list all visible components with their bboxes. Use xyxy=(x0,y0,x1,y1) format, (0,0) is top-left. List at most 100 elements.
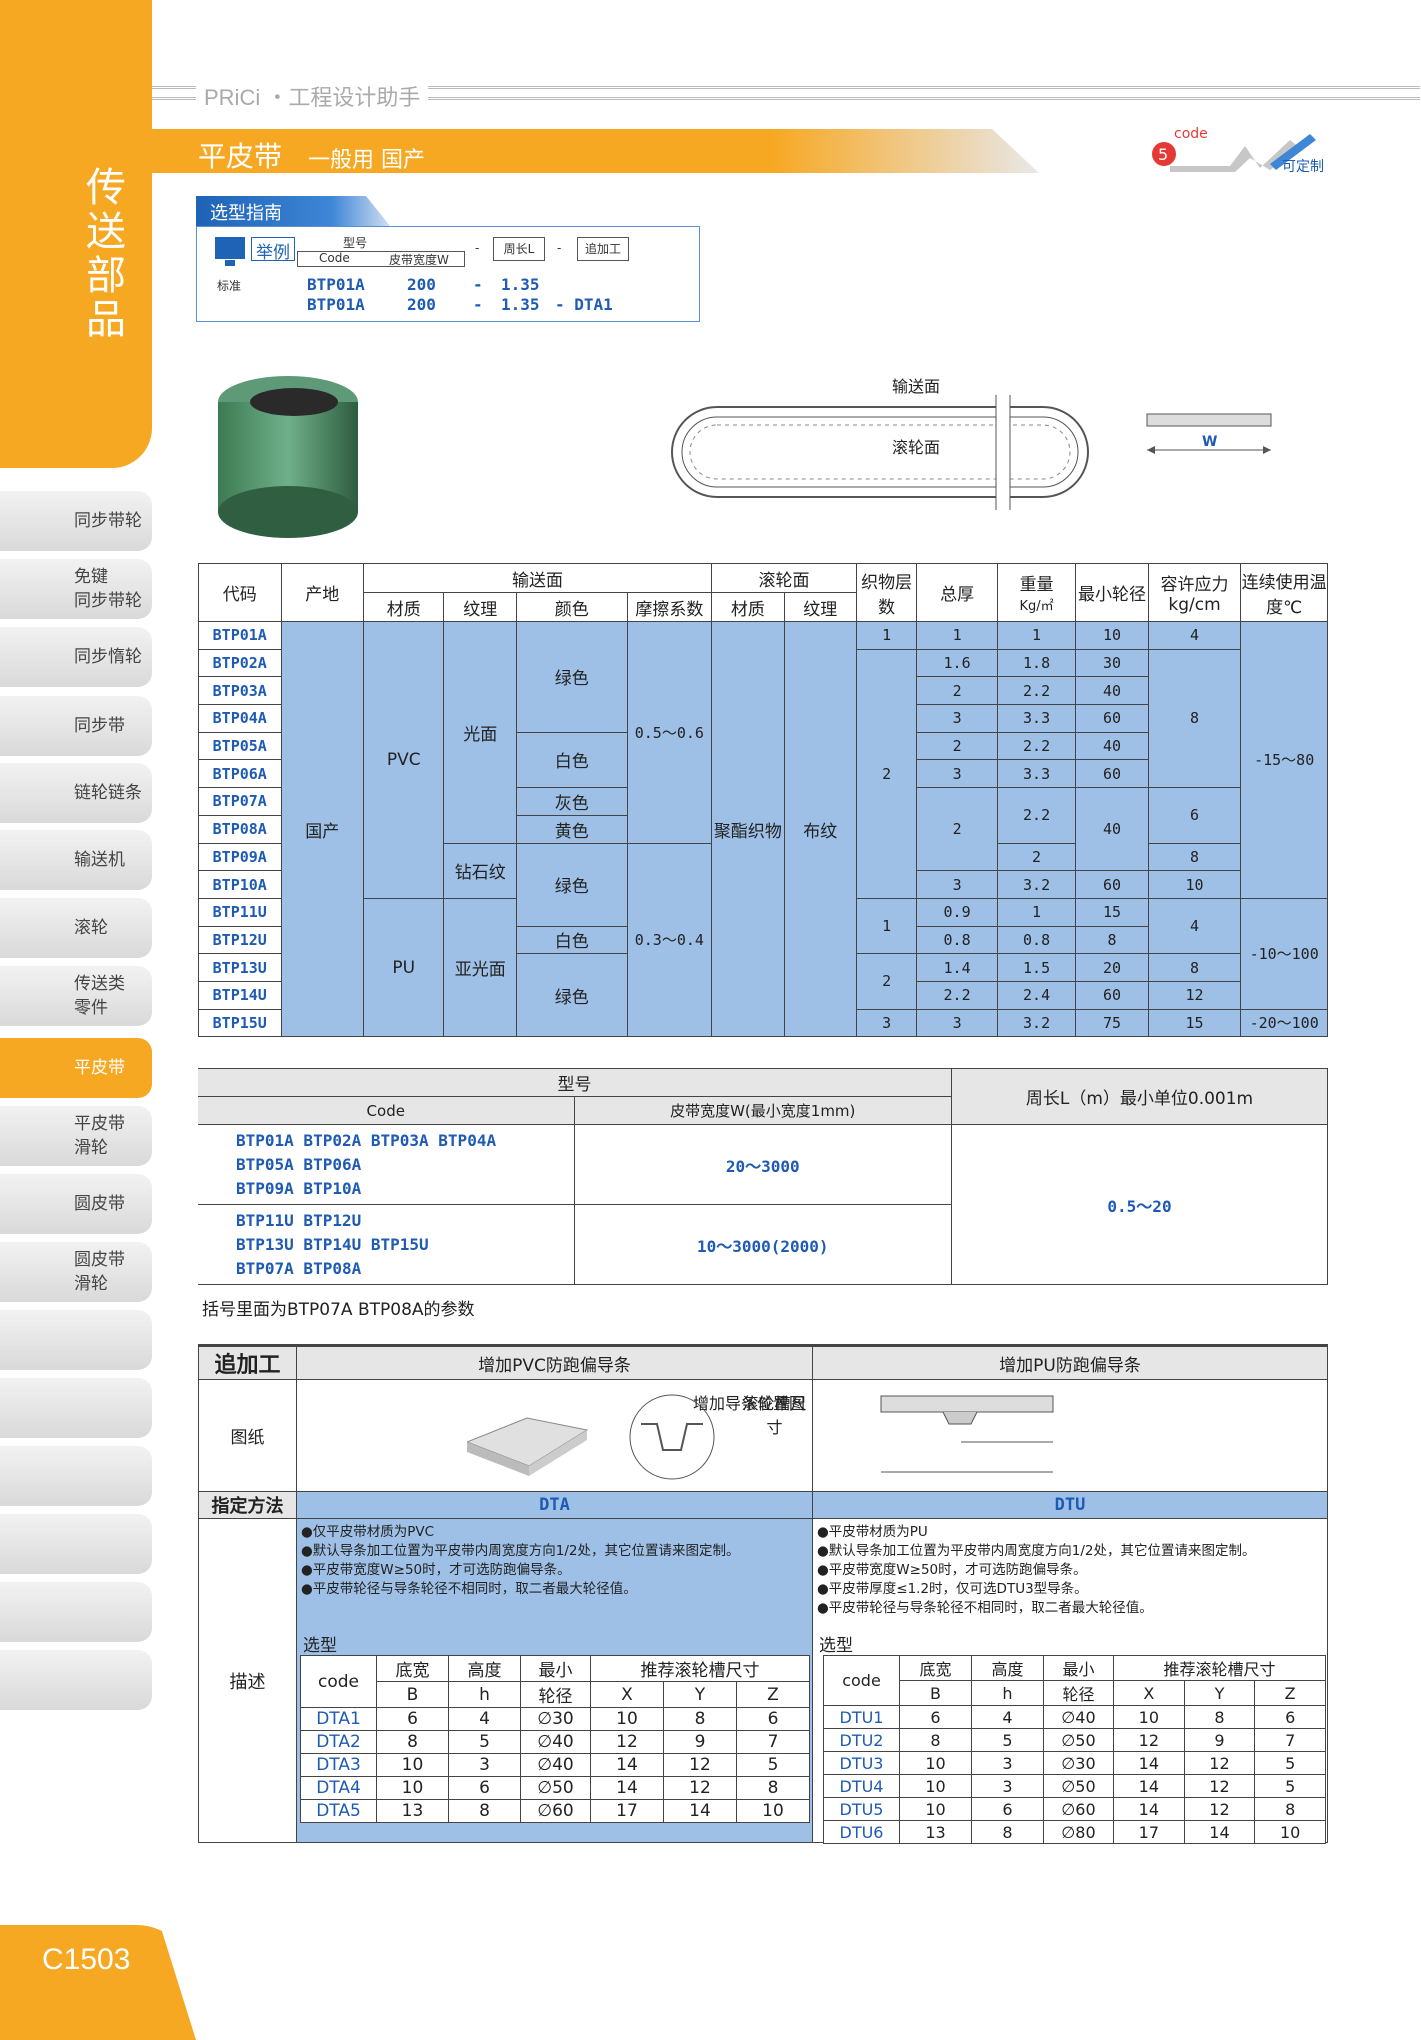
sel-value-cell: 4 xyxy=(971,1705,1044,1729)
col-code: 代码 xyxy=(198,563,282,622)
sel-value-cell: 14 xyxy=(590,1776,664,1800)
code-cell: BTP10A xyxy=(198,870,282,899)
sel-value-cell: 10 xyxy=(1113,1705,1185,1729)
color-yellow: 黄色 xyxy=(515,814,628,844)
sel-value-cell: 10 xyxy=(899,1751,972,1775)
belt-roll-image xyxy=(218,376,358,538)
sel-value-cell: 8 xyxy=(971,1820,1044,1844)
sidebar-item[interactable]: 免键 同步带轮 xyxy=(0,559,152,619)
material-pu: PU xyxy=(362,897,445,1038)
sel-value-cell: 6 xyxy=(376,1707,449,1731)
example-code-2: BTP01A xyxy=(307,295,365,314)
col-weight: 重量 Kg/㎡ xyxy=(996,563,1077,622)
min-dia: 60 xyxy=(1075,704,1149,733)
example-dash-1: - xyxy=(473,275,483,294)
sel-value-cell: 10 xyxy=(376,1776,449,1800)
min-dia: 10 xyxy=(1075,621,1149,650)
col-height2: h xyxy=(971,1680,1044,1706)
sel-value-cell: ∅30 xyxy=(1043,1751,1114,1775)
friction-2: 0.3～0.4 xyxy=(626,842,713,1038)
sel-code-cell: DTU5 xyxy=(823,1797,900,1821)
group2-codes: BTP11U BTP12U BTP13U BTP14U BTP15U BTP07A … xyxy=(198,1204,575,1285)
weight: 0.8 xyxy=(996,925,1077,955)
sel-value-cell: 12 xyxy=(1183,1797,1256,1821)
tension: 12 xyxy=(1147,980,1242,1010)
pu-title: 增加PU防跑偏导条 xyxy=(812,1345,1328,1380)
title-bar xyxy=(152,129,1039,173)
col-thickness: 总厚 xyxy=(916,563,998,622)
sel-code-cell: DTU1 xyxy=(823,1705,900,1729)
sel-value-cell: 13 xyxy=(376,1799,449,1823)
sidebar-item[interactable]: 同步带 xyxy=(0,696,152,756)
code-cell: BTP08A xyxy=(198,814,282,844)
sidebar-item[interactable]: 圆皮带 xyxy=(0,1174,152,1234)
layers: 1 xyxy=(855,621,918,650)
sidebar-item[interactable]: 输送机 xyxy=(0,830,152,890)
code-cell: BTP11U xyxy=(198,897,282,927)
width-symbol: W xyxy=(1202,434,1218,450)
layers: 1 xyxy=(855,897,918,955)
weight: 2.2 xyxy=(996,787,1077,844)
thickness: 0.8 xyxy=(916,925,998,955)
sel-value-cell: 8 xyxy=(736,1776,810,1800)
col-type: 型号 xyxy=(198,1068,952,1097)
sel-value-cell: ∅60 xyxy=(1043,1797,1114,1821)
sel-value-cell: 6 xyxy=(899,1705,972,1729)
sel-value-cell: 5 xyxy=(736,1753,810,1777)
sel-code-cell: DTU2 xyxy=(823,1728,900,1752)
extra-label: 追加工 xyxy=(577,237,629,261)
badge-days: 5 xyxy=(1158,145,1169,164)
table-row: DTA2 8 5 ∅40 12 9 7 xyxy=(300,1730,810,1754)
example-length-1: 1.35 xyxy=(501,275,540,294)
sidebar-item[interactable]: 同步带轮 xyxy=(0,491,152,551)
width-label: 皮带宽度W xyxy=(389,253,449,267)
thickness: 3 xyxy=(916,1008,998,1038)
weight: 1.5 xyxy=(996,953,1077,982)
col-base2: B xyxy=(376,1681,449,1708)
example-width-1: 200 xyxy=(407,275,436,294)
dash: - xyxy=(475,241,480,255)
sidebar-item[interactable]: 平皮带 滑轮 xyxy=(0,1106,152,1166)
weight: 2 xyxy=(996,842,1077,872)
col-min-dia: 最小轮径 xyxy=(1075,563,1149,622)
sidebar-item[interactable]: 链轮链条 xyxy=(0,763,152,823)
position-label: 增加导条位置图 xyxy=(693,1394,806,1413)
sidebar-item[interactable]: 同步惰轮 xyxy=(0,627,152,687)
texture-diamond: 钻石纹 xyxy=(443,842,517,899)
sidebar-item[interactable]: 传送类 零件 xyxy=(0,966,152,1026)
col-layers: 织物层数 xyxy=(855,563,918,622)
col-material: 材质 xyxy=(362,592,445,622)
tension: 15 xyxy=(1147,1008,1242,1038)
dtu-notes: ●平皮带材质为PU ●默认导条加工位置为平皮带内周宽度方向1/2处，其它位置请来图… xyxy=(817,1524,1256,1616)
sidebar-item[interactable]: 平皮带 xyxy=(0,1038,152,1098)
pvc-title: 增加PVC防跑偏导条 xyxy=(296,1345,813,1380)
texture-matte: 亚光面 xyxy=(443,897,517,1038)
col-z: Z xyxy=(1254,1680,1326,1706)
sel-code-cell: DTA4 xyxy=(300,1776,377,1800)
sel-code-cell: DTU3 xyxy=(823,1751,900,1775)
sel-value-cell: 6 xyxy=(971,1797,1044,1821)
sel-value-cell: ∅50 xyxy=(1043,1774,1114,1798)
table-row: DTA4 10 6 ∅50 14 12 8 xyxy=(300,1776,810,1800)
sel-value-cell: ∅60 xyxy=(520,1799,591,1823)
sel-value-cell: 5 xyxy=(971,1728,1044,1752)
sel-value-cell: 14 xyxy=(590,1753,664,1777)
roller-texture: 布纹 xyxy=(783,620,857,1038)
sidebar-item[interactable]: 圆皮带 滑轮 xyxy=(0,1242,152,1302)
thickness: 2 xyxy=(916,676,998,706)
method-label: 指定方法 xyxy=(198,1491,297,1519)
col-roller-texture: 纹理 xyxy=(783,592,857,622)
size-table: 型号 周长L（m）最小单位0.001m Code 皮带宽度W(最小宽度1mm) … xyxy=(198,1068,1328,1285)
col-sel-code: code xyxy=(300,1655,377,1708)
roller-material: 聚酯织物 xyxy=(711,620,785,1038)
sidebar-item[interactable]: 滚轮 xyxy=(0,898,152,958)
min-dia: 40 xyxy=(1075,731,1149,761)
table-row: DTU4 10 3 ∅50 14 12 5 xyxy=(823,1774,1326,1798)
material-pvc: PVC xyxy=(362,621,445,899)
extra-title: 追加工 xyxy=(198,1345,297,1380)
col-min2: 轮径 xyxy=(1043,1680,1114,1706)
sel-value-cell: 10 xyxy=(899,1774,972,1798)
tension: 8 xyxy=(1147,648,1242,789)
code-cell: BTP13U xyxy=(198,953,282,982)
sel-code-cell: DTA5 xyxy=(300,1799,377,1823)
